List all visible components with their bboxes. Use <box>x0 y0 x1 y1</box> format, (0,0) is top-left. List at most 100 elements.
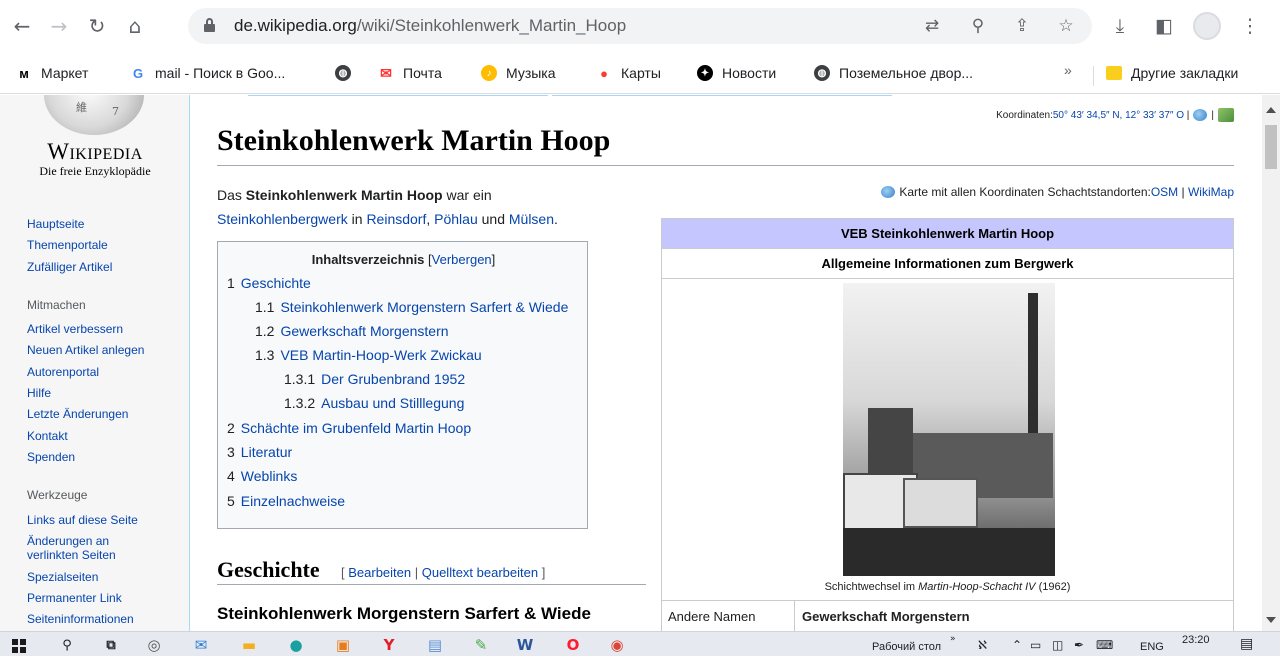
translate-icon[interactable]: ⇄ <box>920 14 944 38</box>
toc-hide-link[interactable]: Verbergen <box>432 252 492 267</box>
bookmark-star-icon[interactable]: ☆ <box>1054 14 1078 38</box>
sidebar-link-aenderungen-verlinkt[interactable]: Änderungen an <box>27 535 109 548</box>
toc-item[interactable]: 4 Weblinks <box>227 468 297 484</box>
sidebar-link-links-hier[interactable]: Links auf diese Seite <box>27 514 138 527</box>
table-of-contents: Inhaltsverzeichnis [Verbergen] 1 Geschich… <box>217 241 588 529</box>
scroll-up-icon[interactable] <box>1266 107 1276 113</box>
sidebar-link-verbessern[interactable]: Artikel verbessern <box>27 323 123 336</box>
bookmark-globe[interactable]: ◍ <box>335 62 360 84</box>
toc-item[interactable]: 3 Literatur <box>227 444 292 460</box>
lock-icon[interactable] <box>204 18 215 32</box>
map-icon[interactable] <box>1218 108 1234 122</box>
back-icon[interactable]: ← <box>8 12 36 40</box>
app-icon-4[interactable]: ✎ <box>470 634 492 656</box>
sidebar-link-seiteninfo[interactable]: Seiteninformationen <box>27 613 134 626</box>
source-edit-link[interactable]: Quelltext bearbeiten <box>422 565 538 580</box>
windows-start-icon[interactable] <box>12 639 26 653</box>
reload-icon[interactable]: ↻ <box>83 12 111 40</box>
sidebar-link-spenden[interactable]: Spenden <box>27 451 75 464</box>
sidebar-link-permanent[interactable]: Permanenter Link <box>27 592 122 605</box>
people-icon[interactable]: ℵ <box>978 638 987 652</box>
osm-link[interactable]: OSM <box>1151 185 1178 199</box>
home-icon[interactable]: ⌂ <box>121 12 149 40</box>
sidebar-heading-werkzeuge: Werkzeuge <box>27 488 88 502</box>
opera-icon[interactable]: O <box>562 634 584 656</box>
yandex-browser-icon[interactable]: Y <box>378 634 400 656</box>
sidebar-link-aenderungen-verlinkt-2[interactable]: verlinkten Seiten <box>27 549 116 562</box>
desktop-toolbar-label[interactable]: Рабочий стол <box>872 641 941 653</box>
wikimap-link[interactable]: WikiMap <box>1188 185 1234 199</box>
url-text[interactable]: de.wikipedia.org/wiki/Steinkohlenwerk_Ma… <box>234 16 626 36</box>
mail-app-icon[interactable]: ✉ <box>190 634 212 656</box>
globe-icon[interactable] <box>1193 109 1208 121</box>
bookmark-market[interactable]: м Маркет <box>16 62 88 84</box>
bookmark-label: Карты <box>621 65 661 81</box>
toc-number: 1.2 <box>255 323 275 339</box>
link-muelsen[interactable]: Mülsen <box>509 211 554 227</box>
mail-icon: ✉ <box>380 64 392 81</box>
toc-item[interactable]: 1.3.2 Ausbau und Stilllegung <box>284 395 464 411</box>
page-scrollbar[interactable] <box>1262 95 1280 631</box>
file-explorer-icon[interactable]: ▬ <box>238 634 260 656</box>
keyboard-icon[interactable]: ⌨ <box>1096 638 1113 652</box>
scroll-down-icon[interactable] <box>1266 617 1276 623</box>
clock[interactable]: 23:20 <box>1182 634 1210 646</box>
side-panel-icon[interactable]: ◧ <box>1150 12 1178 40</box>
share-icon[interactable]: ⇪ <box>1010 14 1034 38</box>
sidebar-link-neu[interactable]: Neuen Artikel anlegen <box>27 344 144 357</box>
toc-item[interactable]: 1.3 VEB Martin-Hoop-Werk Zwickau <box>255 347 482 363</box>
pen-icon[interactable]: ✒ <box>1074 638 1084 652</box>
bookmark-news[interactable]: ✦ Новости <box>697 62 776 84</box>
notification-icon[interactable]: ▤ <box>1240 636 1253 652</box>
download-icon[interactable]: ⤓ <box>1106 12 1134 40</box>
language-indicator[interactable]: ENG <box>1140 641 1164 653</box>
chevron-icon[interactable]: » <box>950 634 956 644</box>
scrollbar-thumb[interactable] <box>1265 125 1277 169</box>
sidebar-link-hilfe[interactable]: Hilfe <box>27 387 51 400</box>
infobox-photo[interactable] <box>843 283 1055 576</box>
app-icon-3[interactable]: ▤ <box>424 634 446 656</box>
zoom-icon[interactable]: ⚲ <box>966 14 990 38</box>
toc-item[interactable]: 5 Einzelnachweise <box>227 493 345 509</box>
more-bookmarks-button[interactable]: » <box>1064 62 1072 78</box>
address-bar[interactable]: de.wikipedia.org/wiki/Steinkohlenwerk_Ma… <box>188 8 1092 44</box>
toc-item[interactable]: 2 Schächte im Grubenfeld Martin Hoop <box>227 420 471 436</box>
profile-avatar[interactable] <box>1193 12 1221 40</box>
sidebar-link-zufall[interactable]: Zufälliger Artikel <box>27 261 112 274</box>
search-icon[interactable]: ⚲ <box>56 634 78 656</box>
other-bookmarks-folder[interactable]: Другие закладки <box>1106 62 1238 84</box>
toc-item[interactable]: 1.2 Gewerkschaft Morgenstern <box>255 323 449 339</box>
caption-italic[interactable]: Martin-Hoop-Schacht IV <box>918 581 1035 593</box>
app-icon-1[interactable]: ◎ <box>143 634 165 656</box>
menu-icon[interactable]: ⋮ <box>1236 12 1264 40</box>
sidebar-link-autorenportal[interactable]: Autorenportal <box>27 366 99 379</box>
app-icon-2[interactable]: ▣ <box>332 634 354 656</box>
tray-up-icon[interactable]: ⌃ <box>1012 638 1022 652</box>
battery-icon[interactable]: ▭ <box>1030 638 1041 652</box>
bookmark-land[interactable]: ◍ Поземельное двор... <box>814 62 973 84</box>
forward-icon[interactable]: → <box>45 12 73 40</box>
bookmark-pochta[interactable]: ✉ Почта <box>378 62 442 84</box>
sidebar-link-themenportale[interactable]: Themenportale <box>27 239 108 252</box>
network-icon[interactable]: ◫ <box>1052 638 1063 652</box>
word-icon[interactable]: W <box>514 634 536 656</box>
chrome-icon[interactable]: ◉ <box>606 634 628 656</box>
coordinates-link[interactable]: 50° 43′ 34,5″ N, 12° 33′ 37″ O <box>1053 110 1184 121</box>
sidebar-link-aenderungen[interactable]: Letzte Änderungen <box>27 408 128 421</box>
edge-icon[interactable]: ● <box>285 634 307 656</box>
toc-item[interactable]: 1.3.1 Der Grubenbrand 1952 <box>284 371 465 387</box>
link-poehlau[interactable]: Pöhlau <box>434 211 478 227</box>
bookmark-maps[interactable]: ● Карты <box>596 62 661 84</box>
task-view-icon[interactable]: ⧉ <box>100 634 122 656</box>
wikipedia-logo[interactable]: 維 7 Wikipedia Die freie Enzyklopädie <box>0 95 190 185</box>
toc-item[interactable]: 1.1 Steinkohlenwerk Morgenstern Sarfert &… <box>255 299 568 315</box>
bookmark-music[interactable]: ♪ Музыка <box>481 62 556 84</box>
bookmark-mail-search[interactable]: Gmail - Поиск в Goo... <box>130 62 285 84</box>
sidebar-link-hauptseite[interactable]: Hauptseite <box>27 218 84 231</box>
toc-item[interactable]: 1 Geschichte <box>227 275 311 291</box>
link-reinsdorf[interactable]: Reinsdorf <box>366 211 426 227</box>
link-steinkohlenbergwerk[interactable]: Steinkohlenbergwerk <box>217 211 348 227</box>
sidebar-link-spezialseiten[interactable]: Spezialseiten <box>27 571 98 584</box>
edit-link[interactable]: Bearbeiten <box>348 565 411 580</box>
sidebar-link-kontakt[interactable]: Kontakt <box>27 430 68 443</box>
